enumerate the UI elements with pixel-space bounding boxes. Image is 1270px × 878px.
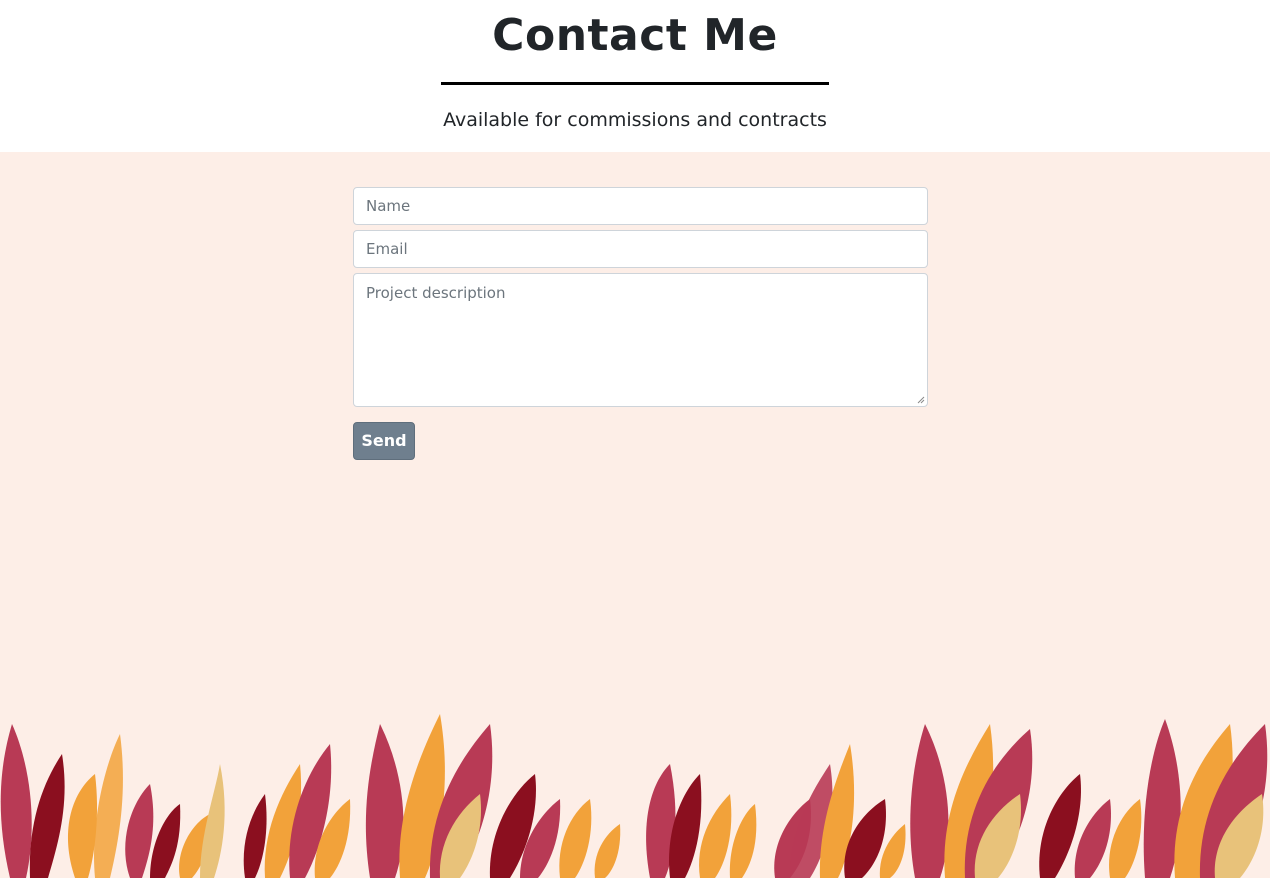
- leaf-cluster-3: [646, 744, 906, 878]
- page-title: Contact Me: [492, 10, 778, 61]
- resize-handle-icon[interactable]: [917, 396, 925, 404]
- autumn-leaves-illustration: [0, 714, 1268, 878]
- name-placeholder: Name: [366, 197, 411, 215]
- page-subtitle: Available for commissions and contracts: [443, 109, 827, 131]
- name-field[interactable]: Name: [353, 187, 928, 225]
- email-placeholder: Email: [366, 240, 408, 258]
- contact-section: Name Email Project description Send: [0, 152, 1270, 878]
- page-header: Contact Me Available for commissions and…: [0, 0, 1270, 152]
- email-field[interactable]: Email: [353, 230, 928, 268]
- leaf-cluster-1: [0, 724, 225, 878]
- leaf-cluster-4: [910, 719, 1268, 878]
- send-button[interactable]: Send: [353, 422, 415, 460]
- title-divider: [441, 82, 829, 85]
- project-description-placeholder: Project description: [366, 284, 506, 302]
- project-description-field[interactable]: Project description: [353, 273, 928, 407]
- leaf-cluster-2: [243, 714, 621, 878]
